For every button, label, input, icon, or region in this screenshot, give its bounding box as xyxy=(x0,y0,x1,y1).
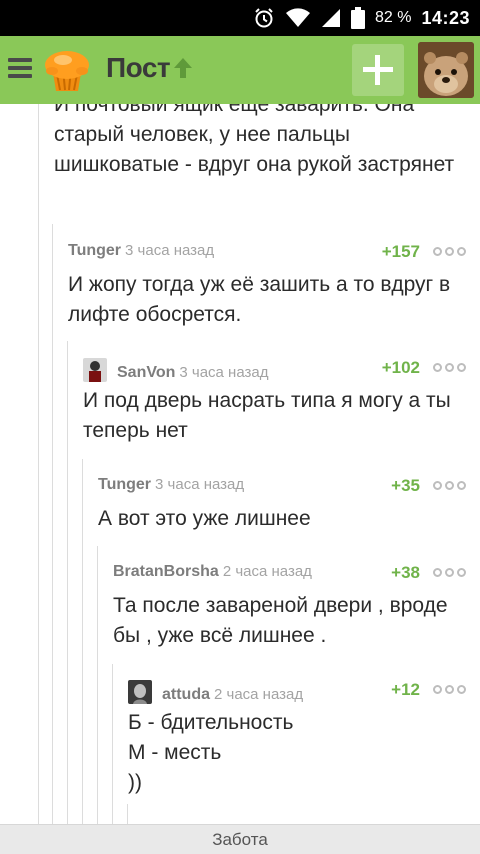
app-bar: Пост xyxy=(0,36,480,104)
clock: 14:23 xyxy=(421,7,470,28)
signal-icon xyxy=(321,8,341,28)
alarm-icon xyxy=(253,7,275,29)
pikabu-logo[interactable] xyxy=(42,45,92,95)
user-avatar[interactable] xyxy=(418,42,474,98)
comment-body: А вот это уже лишнее xyxy=(98,507,311,530)
comment-rating: +38 xyxy=(391,563,420,582)
comment: BratanBorsha 2 часа назад +38 Та после за… xyxy=(113,563,480,651)
thread-line xyxy=(67,341,68,824)
thread-line xyxy=(97,546,98,824)
more-options-icon[interactable] xyxy=(433,481,466,490)
bottom-bar-label: Забота xyxy=(212,830,268,849)
comment-avatar[interactable] xyxy=(128,680,152,704)
comment-author[interactable]: attuda xyxy=(162,686,210,703)
comment-body: Та после завареной двери , вроде бы , уж… xyxy=(113,594,448,647)
comment-body: Б - бдительность М - месть )) xyxy=(128,711,294,794)
more-options-icon[interactable] xyxy=(433,247,466,256)
hamburger-icon xyxy=(8,58,32,62)
comment-time: 3 часа назад xyxy=(155,476,245,493)
thread-line xyxy=(52,224,53,824)
comment-body: И почтовый ящик еще заварить. Она старый… xyxy=(54,104,455,176)
battery-percent: 82 % xyxy=(374,9,412,26)
comment: attuda 2 часа назад +12 Б - бдительность … xyxy=(128,680,480,798)
add-post-button[interactable] xyxy=(352,44,404,96)
comment-author[interactable]: SanVon xyxy=(117,364,175,381)
battery-icon xyxy=(350,7,365,29)
more-options-icon[interactable] xyxy=(433,568,466,577)
comment-author[interactable]: Tunger xyxy=(98,476,151,493)
comment-author[interactable]: BratanBorsha xyxy=(113,563,219,580)
comment: SanVon 3 часа назад +102 И под дверь наср… xyxy=(83,358,480,446)
comment-time: 2 часа назад xyxy=(214,686,304,703)
arrow-up-icon[interactable] xyxy=(172,56,194,80)
comment: Tunger 3 часа назад +35 А вот это уже лиш… xyxy=(98,476,480,534)
comment-time: 2 часа назад xyxy=(222,563,312,580)
comment-body: И жопу тогда уж её зашить а то вдруг в л… xyxy=(68,273,451,326)
comment-time: 3 часа назад xyxy=(179,364,269,381)
thread-line xyxy=(82,459,83,824)
comment-author[interactable]: Tunger xyxy=(68,242,121,259)
thread-line xyxy=(38,104,39,824)
comment-avatar[interactable] xyxy=(83,358,107,382)
more-options-icon[interactable] xyxy=(433,685,466,694)
comment-rating: +157 xyxy=(381,242,420,261)
bottom-bar[interactable]: Забота xyxy=(0,824,480,854)
more-options-icon[interactable] xyxy=(433,363,466,372)
comment: Tunger 3 часа назад +157 И жопу тогда уж … xyxy=(68,242,480,330)
comment-rating: +35 xyxy=(391,476,420,495)
wifi-icon xyxy=(285,8,311,28)
thread-line xyxy=(112,664,113,824)
comment-rating: +102 xyxy=(381,358,420,377)
menu-button[interactable] xyxy=(8,58,32,80)
status-bar: 82 % 14:23 xyxy=(0,0,480,36)
thread-line xyxy=(127,804,128,824)
page-title: Пост xyxy=(106,52,171,83)
comments-area[interactable]: И почтовый ящик еще заварить. Она старый… xyxy=(0,104,480,824)
comment-time: 3 часа назад xyxy=(125,242,215,259)
comment-rating: +12 xyxy=(391,680,420,699)
comment-body: И под дверь насрать типа я могу а ты теп… xyxy=(83,389,451,442)
